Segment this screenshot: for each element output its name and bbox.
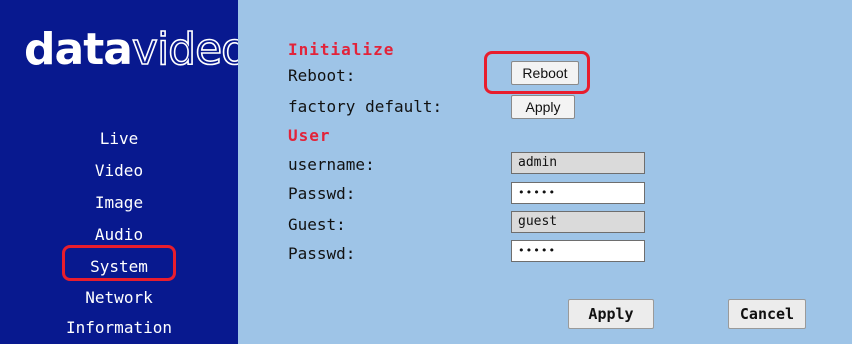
nav-item-information[interactable]: Information (0, 318, 238, 338)
factory-default-apply-button[interactable]: Apply (511, 95, 575, 119)
password-field[interactable]: ••••• (511, 182, 645, 204)
guest-field[interactable]: guest (511, 211, 645, 233)
reboot-label: Reboot: (288, 66, 356, 85)
datavideo-logo: datavideo (24, 24, 249, 75)
nav-item-live[interactable]: Live (0, 129, 238, 149)
guest-passwd-label: Passwd: (288, 244, 356, 263)
guest-password-field[interactable]: ••••• (511, 240, 645, 262)
user-heading: User (288, 126, 331, 145)
guest-label: Guest: (288, 215, 346, 234)
nav-item-image[interactable]: Image (0, 193, 238, 213)
nav-item-video[interactable]: Video (0, 161, 238, 181)
passwd-label: Passwd: (288, 184, 356, 203)
initialize-heading: Initialize (288, 40, 395, 59)
reboot-highlight-box (484, 51, 590, 94)
username-label: username: (288, 155, 375, 174)
apply-button[interactable]: Apply (568, 299, 654, 329)
sidebar: datavideo Live Video Image Audio System … (0, 0, 249, 344)
username-field[interactable]: admin (511, 152, 645, 174)
nav-item-network[interactable]: Network (0, 288, 238, 308)
system-settings-panel: Initialize Reboot: Reboot factory defaul… (238, 0, 852, 344)
system-highlight-box (62, 245, 176, 281)
cancel-button[interactable]: Cancel (728, 299, 806, 329)
factory-default-label: factory default: (288, 97, 443, 116)
nav-item-audio[interactable]: Audio (0, 225, 238, 245)
